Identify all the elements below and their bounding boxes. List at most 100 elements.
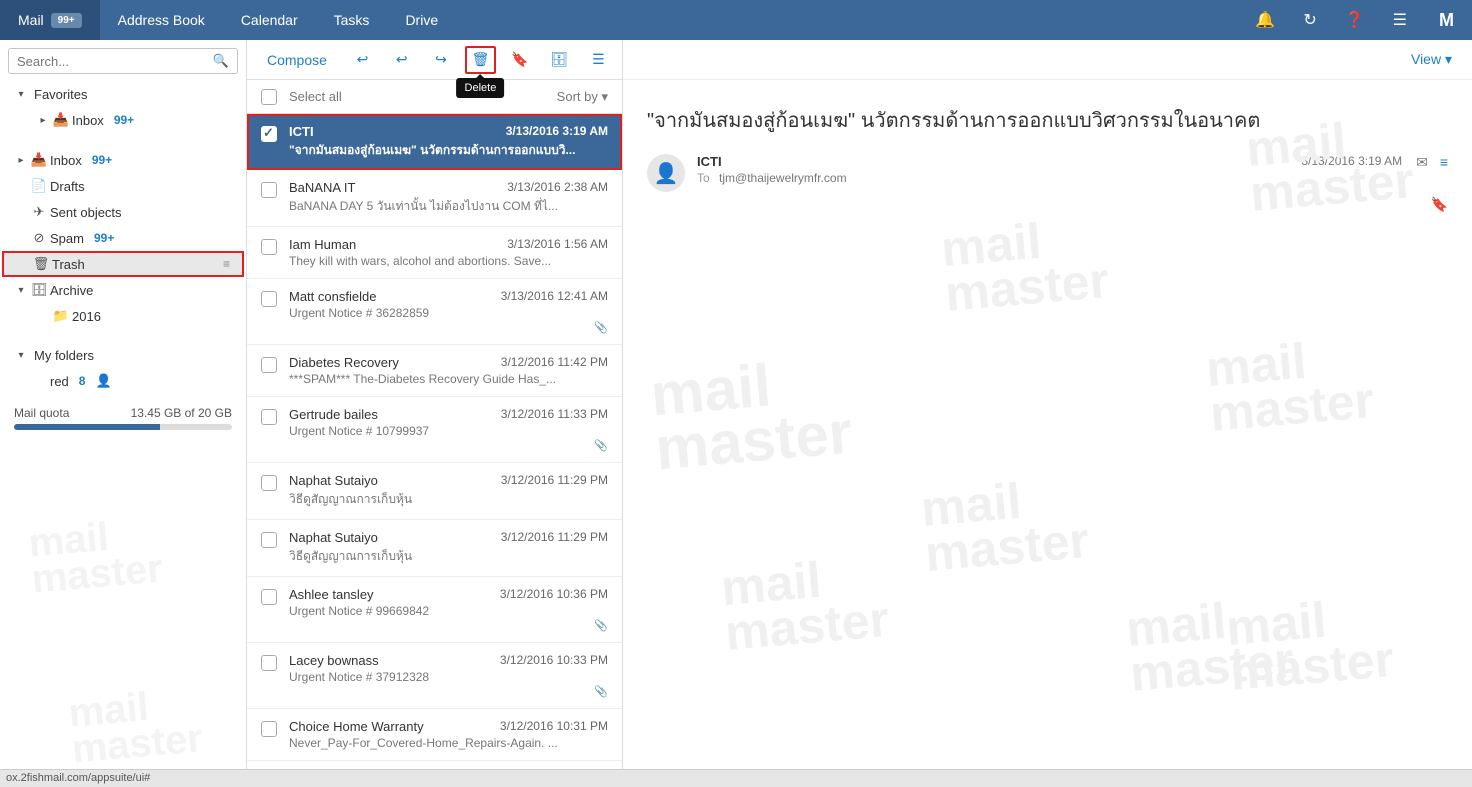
message-item[interactable]: Iam Human3/13/2016 1:56 AMThey kill with… [247, 227, 622, 279]
message-item[interactable]: Naphat Sutaiyo3/12/2016 11:29 PMวิธีดูสั… [247, 520, 622, 577]
mail-to: To tjm@thaijewelrymfr.com [697, 171, 1301, 185]
message-date: 3/12/2016 10:36 PM [500, 587, 608, 602]
sidebar-sent[interactable]: ✈ Sent objects [0, 199, 246, 225]
message-subject: "จากมันสมองสู่ก้อนเมฆ" นวัตกรรมด้านการออ… [289, 141, 608, 160]
reply-icon[interactable]: ↩ [347, 46, 378, 74]
archive-button[interactable]: 🗄 [544, 46, 575, 74]
caret-down-icon: ▾ [14, 350, 28, 361]
message-date: 3/12/2016 10:33 PM [500, 653, 608, 668]
myfolders-header[interactable]: ▾ My folders [0, 343, 246, 368]
select-all-label: Select all [289, 89, 557, 104]
attachment-icon: 📎 [289, 439, 608, 452]
mail-toolbar: Compose ↩ ↩ ↪ 🗑 Delete 🔖 🗄 ☰ [247, 40, 622, 80]
message-from: ICTI [289, 124, 314, 139]
top-navigation: Mail 99+ Address Book Calendar Tasks Dri… [0, 0, 1472, 40]
message-date: 3/12/2016 11:42 PM [501, 355, 608, 370]
message-subject: วิธีดูสัญญาณการเก็บหุ้น [289, 547, 608, 566]
message-checkbox[interactable] [261, 291, 277, 307]
message-checkbox[interactable] [261, 239, 277, 255]
message-checkbox[interactable] [261, 655, 277, 671]
message-from: Ashlee tansley [289, 587, 374, 602]
tab-calendar[interactable]: Calendar [223, 0, 316, 40]
message-item[interactable]: Gertrude bailes3/12/2016 11:33 PMUrgent … [247, 397, 622, 463]
message-subject: Never_Pay-For_Covered-Home_Repairs-Again… [289, 736, 608, 750]
message-subject: Urgent Notice # 37912328 [289, 670, 608, 684]
message-item[interactable]: Diabetes Recovery3/12/2016 11:42 PM***SP… [247, 345, 622, 397]
search-input[interactable] [9, 54, 205, 69]
message-item[interactable]: BaNANA IT3/13/2016 2:38 AMBaNANA DAY 5 ว… [247, 170, 622, 227]
more-icon[interactable]: ☰ [583, 46, 614, 74]
message-item[interactable]: Naphat Sutaiyo3/12/2016 11:29 PMวิธีดูสั… [247, 463, 622, 520]
select-all-checkbox[interactable] [261, 89, 277, 105]
caret-down-icon: ▾ [14, 285, 28, 296]
attachment-icon: 📎 [289, 619, 608, 632]
share-icon: 👤 [95, 373, 111, 389]
tab-tasks[interactable]: Tasks [316, 0, 388, 40]
help-icon[interactable]: ❓ [1331, 0, 1379, 40]
folder-icon: 📁 [50, 308, 72, 324]
notifications-icon[interactable]: 🔔 [1241, 0, 1289, 40]
message-date: 3/13/2016 1:56 AM [507, 237, 608, 252]
sidebar-trash[interactable]: 🗑 Trash ≡ [2, 251, 244, 277]
tab-address-book[interactable]: Address Book [100, 0, 223, 40]
sort-menu[interactable]: Sort by ▾ [557, 89, 608, 105]
tab-mail[interactable]: Mail 99+ [0, 0, 100, 40]
message-checkbox[interactable] [261, 182, 277, 198]
message-date: 3/12/2016 11:33 PM [501, 407, 608, 422]
sidebar-archive-2016[interactable]: 📁 2016 [0, 303, 246, 329]
attachment-icon: 📎 [289, 685, 608, 698]
favorites-header[interactable]: ▾ Favorites [0, 82, 246, 107]
sidebar-archive[interactable]: ▾ 🗄 Archive [0, 277, 246, 303]
sidebar-spam[interactable]: ⊘ Spam 99+ [0, 225, 246, 251]
sidebar-folder-red[interactable]: red 8 👤 [0, 368, 246, 394]
trash-icon: 🗑 [30, 256, 52, 272]
spam-icon: ⊘ [28, 230, 50, 246]
brand-logo: M [1421, 10, 1472, 31]
message-checkbox[interactable] [261, 532, 277, 548]
caret-right-icon: ▸ [14, 155, 28, 166]
message-checkbox[interactable] [261, 409, 277, 425]
message-from: Naphat Sutaiyo [289, 473, 378, 488]
mail-envelope-icon[interactable]: ✉ [1416, 154, 1428, 171]
message-checkbox[interactable] [261, 475, 277, 491]
message-item[interactable]: Lacey bownass3/12/2016 10:33 PMUrgent No… [247, 643, 622, 709]
message-item[interactable]: Matt consfielde3/13/2016 12:41 AMUrgent … [247, 279, 622, 345]
message-item[interactable]: Choice Home Warranty3/12/2016 10:31 PMNe… [247, 709, 622, 761]
search-icon[interactable]: 🔍 [205, 53, 237, 69]
folder-actions-icon[interactable]: ≡ [223, 257, 236, 271]
message-subject: Urgent Notice # 36282859 [289, 306, 608, 320]
message-list[interactable]: ICTI3/13/2016 3:19 AM"จากมันสมองสู่ก้อนเ… [247, 114, 622, 769]
caret-down-icon: ▾ [14, 89, 28, 100]
message-list-pane: Compose ↩ ↩ ↪ 🗑 Delete 🔖 🗄 ☰ Select all … [247, 40, 623, 769]
view-menu[interactable]: View ▾ [1411, 51, 1452, 68]
delete-button[interactable]: 🗑 Delete [465, 46, 497, 74]
message-subject: BaNANA DAY 5 วันเท่านั้น ไม่ต้องไปงาน CO… [289, 197, 608, 216]
message-date: 3/13/2016 2:38 AM [507, 180, 608, 195]
compose-button[interactable]: Compose [251, 52, 343, 68]
message-checkbox[interactable] [261, 721, 277, 737]
bookmark-icon[interactable]: 🔖 [1431, 196, 1448, 213]
attachment-icon: 📎 [289, 321, 608, 334]
message-item[interactable]: Ashlee tansley3/12/2016 10:36 PMUrgent N… [247, 577, 622, 643]
menu-icon[interactable]: ☰ [1379, 0, 1421, 40]
status-bar: ox.2fishmail.com/appsuite/ui# [0, 769, 1472, 787]
sidebar-drafts[interactable]: 📄 Drafts [0, 173, 246, 199]
sidebar-favorite-inbox[interactable]: ▸ 📥 Inbox 99+ [0, 107, 246, 133]
sidebar-inbox[interactable]: ▸ 📥 Inbox 99+ [0, 147, 246, 173]
refresh-icon[interactable]: ↻ [1289, 0, 1330, 40]
message-subject: They kill with wars, alcohol and abortio… [289, 254, 608, 268]
reply-all-icon[interactable]: ↩ [386, 46, 417, 74]
tab-drive[interactable]: Drive [387, 0, 456, 40]
message-checkbox[interactable] [261, 357, 277, 373]
message-item[interactable]: ICTI3/13/2016 3:19 AM"จากมันสมองสู่ก้อนเ… [247, 114, 622, 170]
mail-view-pane: View ▾ mailmaster mailmaster mailmaster … [623, 40, 1472, 769]
flag-icon[interactable]: 🔖 [504, 46, 535, 74]
sent-icon: ✈ [28, 204, 50, 220]
message-checkbox[interactable] [261, 589, 277, 605]
forward-icon[interactable]: ↪ [425, 46, 456, 74]
mail-menu-icon[interactable]: ≡ [1440, 154, 1448, 171]
message-checkbox[interactable] [261, 126, 277, 142]
message-item[interactable]: Boyce sutch3/12/2016 10:30 PMUrgent Noti… [247, 761, 622, 769]
quota-fill [14, 424, 160, 430]
inbox-icon: 📥 [50, 112, 72, 128]
